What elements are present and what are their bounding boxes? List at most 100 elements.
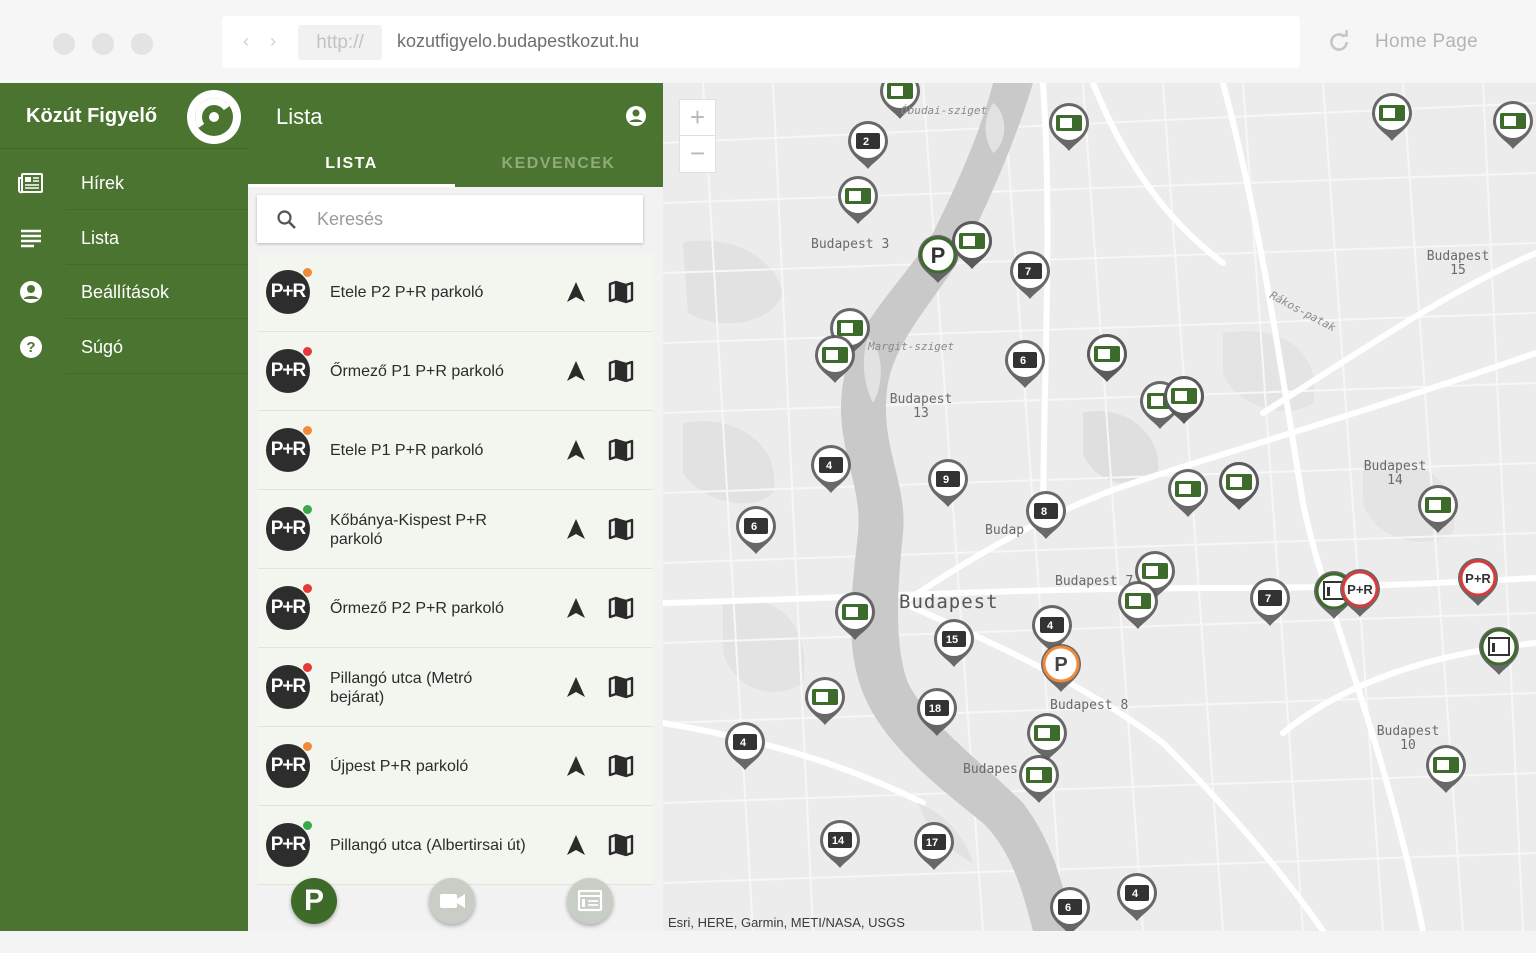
camera-cluster-marker-icon[interactable]: 7 xyxy=(1250,578,1290,626)
pr-marker-icon[interactable]: P+R xyxy=(1340,569,1380,617)
window-maximize-button[interactable] xyxy=(131,33,153,55)
camera-cluster-marker-icon[interactable]: 6 xyxy=(1005,340,1045,388)
navigate-icon[interactable] xyxy=(564,359,588,383)
camera-cluster-marker-icon[interactable]: 17 xyxy=(914,822,954,870)
reload-icon[interactable] xyxy=(1326,29,1352,55)
camera-cluster-marker-icon[interactable]: 4 xyxy=(811,445,851,493)
camera-marker-icon[interactable] xyxy=(1027,713,1067,761)
zoom-control: + − xyxy=(679,99,716,173)
navigate-icon[interactable] xyxy=(564,438,588,462)
map-icon[interactable] xyxy=(608,675,634,699)
camera-cluster-marker-icon[interactable]: 18 xyxy=(917,688,957,736)
pr-marker-icon[interactable]: P+R xyxy=(1458,558,1498,606)
list-item[interactable]: P+R Pillangó utca (Metró bejárat) xyxy=(258,648,653,727)
camera-count-label: 14 xyxy=(832,835,845,847)
parking-filter-button[interactable]: P xyxy=(291,878,337,924)
camera-marker-icon[interactable] xyxy=(1493,101,1533,149)
window-minimize-button[interactable] xyxy=(92,33,114,55)
camera-icon xyxy=(440,894,465,908)
camera-cluster-marker-icon[interactable]: 6 xyxy=(1050,887,1090,931)
camera-cluster-marker-icon[interactable]: 6 xyxy=(736,506,776,554)
camera-cluster-marker-icon[interactable]: 4 xyxy=(725,722,765,770)
info-marker-icon[interactable]: P xyxy=(918,235,958,283)
list-item-label: Pillangó utca (Metró bejárat) xyxy=(330,669,473,706)
map-icon[interactable] xyxy=(608,438,634,462)
sidebar-item-lista[interactable]: Lista xyxy=(0,211,248,265)
home-page-link[interactable]: Home Page xyxy=(1375,31,1478,53)
camera-marker-icon[interactable] xyxy=(1418,485,1458,533)
address-bar[interactable] xyxy=(222,16,1300,68)
map-view[interactable]: 2 7 6 4 9 8 6 15 4 18 4 7 14 17 4 6 P P P+R P+R Budapest 3 … xyxy=(663,83,1536,931)
list-item[interactable]: P+R Kőbánya-Kispest P+R parkoló xyxy=(258,490,653,569)
info-marker-icon[interactable] xyxy=(1479,627,1519,675)
camera-marker-icon[interactable] xyxy=(1019,755,1059,803)
camera-count-label: 7 xyxy=(1025,266,1031,278)
camera-marker-icon[interactable] xyxy=(805,677,845,725)
back-forward-icon[interactable]: ‹ › xyxy=(243,31,284,52)
status-badge xyxy=(302,425,313,436)
tab-lista[interactable]: LISTA xyxy=(248,155,455,185)
list-item[interactable]: P+R Őrmező P1 P+R parkoló xyxy=(258,332,653,411)
zoom-out-button[interactable]: − xyxy=(680,136,715,172)
camera-marker-icon[interactable] xyxy=(1049,103,1089,151)
navigate-icon[interactable] xyxy=(564,596,588,620)
navigate-icon[interactable] xyxy=(564,517,588,541)
account-icon xyxy=(20,281,42,303)
search-icon xyxy=(277,210,296,229)
search-input[interactable] xyxy=(317,203,627,235)
camera-cluster-marker-icon[interactable]: 2 xyxy=(848,121,888,169)
list-item[interactable]: P+R Etele P2 P+R parkoló xyxy=(258,253,653,332)
navigate-icon[interactable] xyxy=(564,754,588,778)
status-badge xyxy=(302,583,313,594)
parking-marker-icon[interactable]: P xyxy=(1041,644,1081,692)
camera-marker-icon[interactable] xyxy=(815,335,855,383)
pr-marker-label: P+R xyxy=(1465,571,1491,586)
window-close-button[interactable] xyxy=(53,33,75,55)
map-icon[interactable] xyxy=(608,359,634,383)
map-icon[interactable] xyxy=(608,596,634,620)
navigate-icon[interactable] xyxy=(564,280,588,304)
map-icon[interactable] xyxy=(608,280,634,304)
map-icon[interactable] xyxy=(608,517,634,541)
camera-cluster-marker-icon[interactable]: 14 xyxy=(820,820,860,868)
camera-cluster-marker-icon[interactable]: 4 xyxy=(1117,873,1157,921)
camera-marker-icon[interactable] xyxy=(835,592,875,640)
browser-chrome: ‹ › http:// kozutfigyelo.budapestkozut.h… xyxy=(0,0,1536,83)
map-label-district: Budapest 14 xyxy=(1363,459,1427,488)
camera-marker-icon[interactable] xyxy=(952,221,992,269)
user-account-icon[interactable] xyxy=(625,105,647,127)
map-label-district: Budap xyxy=(985,523,1025,538)
camera-filter-button[interactable] xyxy=(429,878,475,924)
list-item[interactable]: P+R Pillangó utca (Albertirsai út) xyxy=(258,806,653,885)
status-badge xyxy=(302,346,313,357)
camera-cluster-marker-icon[interactable]: 9 xyxy=(928,459,968,507)
sidebar-item-hirek[interactable]: Hírek xyxy=(0,156,248,210)
list-item[interactable]: P+R Etele P1 P+R parkoló xyxy=(258,411,653,490)
camera-marker-icon[interactable] xyxy=(1372,93,1412,141)
list-item[interactable]: P+R Újpest P+R parkoló xyxy=(258,727,653,806)
map-icon[interactable] xyxy=(608,754,634,778)
camera-cluster-marker-icon[interactable]: 7 xyxy=(1010,251,1050,299)
list-item[interactable]: P+R Őrmező P2 P+R parkoló xyxy=(258,569,653,648)
navigate-icon[interactable] xyxy=(564,833,588,857)
map-icon[interactable] xyxy=(608,833,634,857)
sidebar-item-beallitasok[interactable]: Beállítások xyxy=(0,265,248,319)
camera-count-label: 9 xyxy=(943,474,949,486)
parking-marker-label: P xyxy=(931,243,946,268)
camera-marker-icon[interactable] xyxy=(1219,462,1259,510)
navigate-icon[interactable] xyxy=(564,675,588,699)
camera-cluster-marker-icon[interactable]: 8 xyxy=(1026,491,1066,539)
camera-cluster-marker-icon[interactable]: 15 xyxy=(934,619,974,667)
info-filter-button[interactable] xyxy=(567,878,613,924)
zoom-in-button[interactable]: + xyxy=(680,100,715,136)
tab-kedvencek[interactable]: KEDVENCEK xyxy=(455,155,662,185)
url-text[interactable]: kozutfigyelo.budapestkozut.hu xyxy=(397,31,639,52)
parking-list: P+R Etele P2 P+R parkoló P+R Őrmező P1 P+R … xyxy=(258,253,653,953)
camera-marker-icon[interactable] xyxy=(1168,469,1208,517)
camera-marker-icon[interactable] xyxy=(838,176,878,224)
status-badge xyxy=(302,267,313,278)
status-badge xyxy=(302,504,313,515)
sidebar-item-sugo[interactable]: ? Súgó xyxy=(0,320,248,374)
camera-count-label: 6 xyxy=(751,521,757,533)
camera-marker-icon[interactable] xyxy=(1087,334,1127,382)
